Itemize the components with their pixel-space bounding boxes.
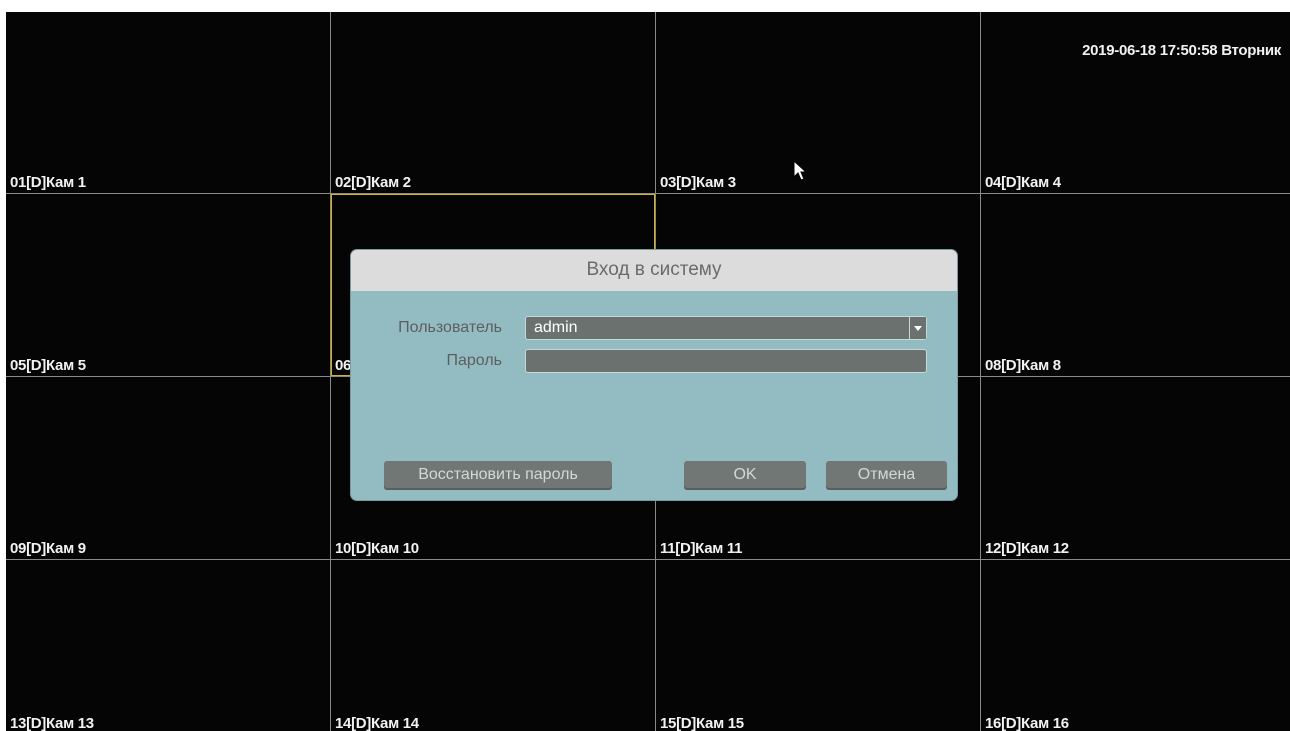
- user-select[interactable]: admin: [525, 316, 927, 340]
- camera-cell-14[interactable]: 14[D]Кам 14: [331, 560, 655, 731]
- camera-label: 16[D]Кам 16: [985, 715, 1069, 731]
- datetime-display: 2019-06-18 17:50:58 Вторник: [1082, 42, 1281, 59]
- chevron-down-icon[interactable]: [909, 317, 926, 339]
- camera-cell-2[interactable]: 02[D]Кам 2: [331, 12, 655, 193]
- camera-cell-4[interactable]: 2019-06-18 17:50:58 Вторник 04[D]Кам 4: [981, 12, 1290, 193]
- camera-cell-12[interactable]: 12[D]Кам 12: [981, 377, 1290, 559]
- dialog-title: Вход в систему: [351, 250, 957, 291]
- ok-button[interactable]: OK: [684, 461, 806, 490]
- camera-label: 06: [335, 357, 352, 374]
- camera-label: 15[D]Кам 15: [660, 715, 744, 731]
- user-select-value: admin: [534, 319, 578, 336]
- camera-cell-1[interactable]: 01[D]Кам 1: [6, 12, 330, 193]
- camera-monitor-screen: 01[D]Кам 1 02[D]Кам 2 03[D]Кам 3 2019-06…: [6, 12, 1290, 731]
- camera-label: 11[D]Кам 11: [660, 540, 743, 557]
- password-label: Пароль: [446, 352, 502, 369]
- camera-label: 02[D]Кам 2: [335, 174, 411, 191]
- camera-cell-8[interactable]: 08[D]Кам 8: [981, 194, 1290, 376]
- camera-label: 14[D]Кам 14: [335, 715, 419, 731]
- password-row: Пароль: [351, 349, 957, 375]
- camera-cell-5[interactable]: 05[D]Кам 5: [6, 194, 330, 376]
- camera-cell-16[interactable]: 16[D]Кам 16: [981, 560, 1290, 731]
- camera-cell-15[interactable]: 15[D]Кам 15: [656, 560, 980, 731]
- user-label: Пользователь: [398, 319, 502, 336]
- camera-cell-9[interactable]: 09[D]Кам 9: [6, 377, 330, 559]
- camera-label: 12[D]Кам 12: [985, 540, 1069, 557]
- cancel-button[interactable]: Отмена: [826, 461, 947, 490]
- restore-password-button[interactable]: Восстановить пароль: [384, 461, 612, 490]
- camera-label: 13[D]Кам 13: [10, 715, 94, 731]
- login-dialog: Вход в систему Пользователь admin Пароль…: [351, 250, 957, 500]
- user-row: Пользователь admin: [351, 316, 957, 342]
- camera-cell-13[interactable]: 13[D]Кам 13: [6, 560, 330, 731]
- password-input[interactable]: [525, 349, 927, 373]
- camera-label: 10[D]Кам 10: [335, 540, 419, 557]
- camera-label: 05[D]Кам 5: [10, 357, 86, 374]
- camera-label: 09[D]Кам 9: [10, 540, 86, 557]
- camera-label: 08[D]Кам 8: [985, 357, 1061, 374]
- camera-label: 04[D]Кам 4: [985, 174, 1061, 191]
- camera-label: 01[D]Кам 1: [10, 174, 86, 191]
- camera-cell-3[interactable]: 03[D]Кам 3: [656, 12, 980, 193]
- camera-label: 03[D]Кам 3: [660, 174, 736, 191]
- mouse-pointer-icon: [793, 160, 807, 181]
